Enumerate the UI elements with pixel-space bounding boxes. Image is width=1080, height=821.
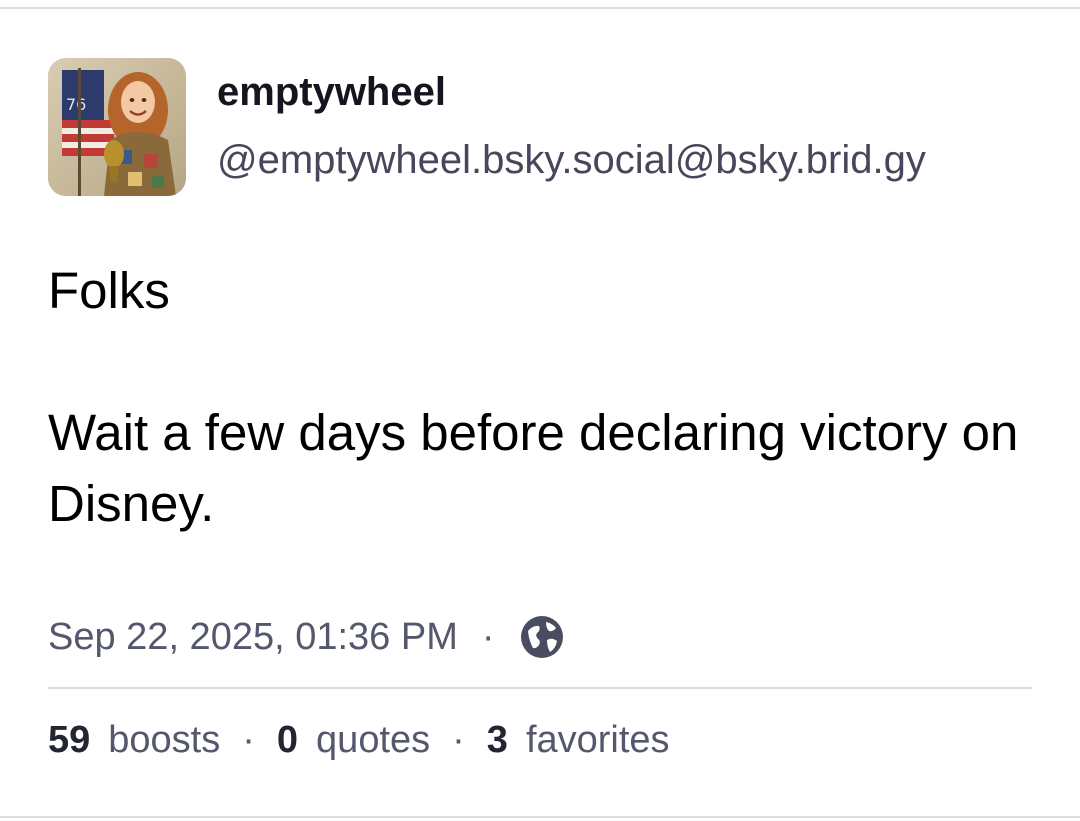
separator: · xyxy=(481,615,495,658)
boosts-stat[interactable]: 59 boosts xyxy=(48,719,220,762)
top-border xyxy=(0,7,1080,9)
separator: · xyxy=(452,718,465,761)
quotes-count: 0 xyxy=(276,718,299,761)
globe-icon xyxy=(519,614,565,660)
post-timestamp[interactable]: Sep 22, 2025, 01:36 PM xyxy=(48,616,458,659)
favorites-stat[interactable]: 3 favorites xyxy=(487,719,670,762)
stats-divider xyxy=(48,687,1032,689)
post-content: Folks Wait a few days before declaring v… xyxy=(48,255,1038,539)
post-paragraph: Folks xyxy=(48,262,170,319)
author-handle[interactable]: @emptywheel.bsky.social@bsky.brid.gy xyxy=(217,138,926,183)
post-stats: 59 boosts · 0 quotes · 3 favorites xyxy=(48,713,670,767)
separator: · xyxy=(242,718,255,761)
avatar-image: 76 xyxy=(48,58,186,196)
boosts-count: 59 xyxy=(48,718,91,761)
bottom-border xyxy=(0,816,1080,818)
post-paragraph: Wait a few days before declaring victory… xyxy=(48,404,1019,532)
favorites-label: favorites xyxy=(525,718,670,761)
favorites-count: 3 xyxy=(486,718,508,761)
avatar[interactable]: 76 xyxy=(48,58,186,196)
author-display-name[interactable]: emptywheel xyxy=(217,70,446,115)
quotes-label: quotes xyxy=(316,718,431,761)
quotes-stat[interactable]: 0 quotes xyxy=(277,719,430,762)
svg-text:76: 76 xyxy=(66,95,86,114)
boosts-label: boosts xyxy=(108,718,221,761)
post-meta: Sep 22, 2025, 01:36 PM · xyxy=(48,610,565,664)
